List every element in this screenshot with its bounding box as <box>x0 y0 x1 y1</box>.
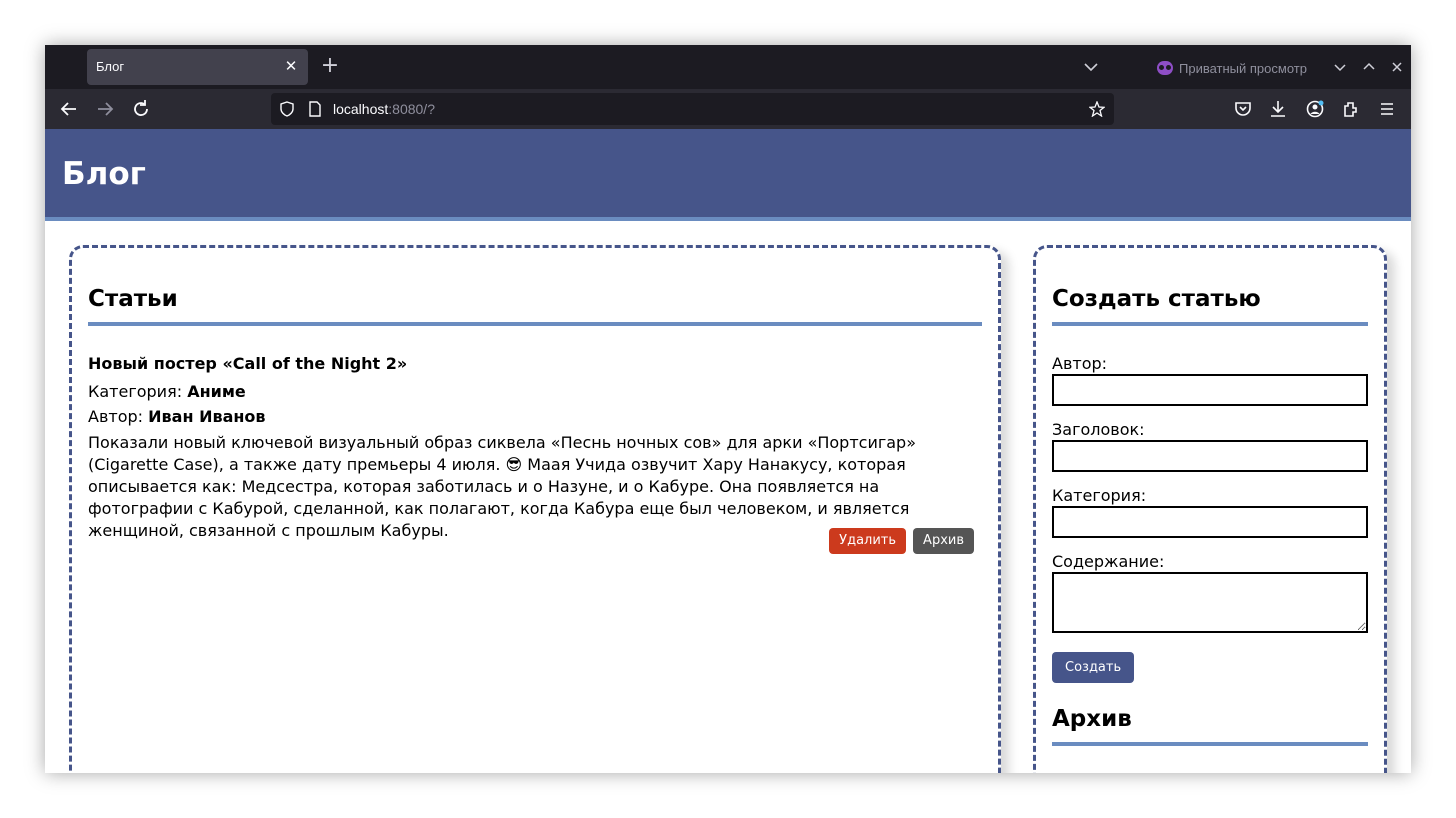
archive-button[interactable]: Архив <box>913 528 974 554</box>
author-input[interactable] <box>1052 374 1368 406</box>
navigation-bar: localhost:8080/? <box>45 89 1411 129</box>
pocket-icon[interactable] <box>1231 97 1255 121</box>
title-input[interactable] <box>1052 440 1368 472</box>
create-button[interactable]: Создать <box>1052 652 1135 683</box>
article-category-label: Категория: <box>88 382 188 401</box>
article-body: Показали новый ключевой визуальный образ… <box>88 433 916 540</box>
extensions-icon[interactable] <box>1339 97 1363 121</box>
create-article-panel: Создать статью Автор: Заголовок: Категор… <box>1033 245 1387 773</box>
content-label: Содержание: <box>1052 552 1165 571</box>
site-title: Блог <box>62 156 146 192</box>
article-title: Новый постер «Call of the Night 2» <box>88 354 408 373</box>
title-label: Заголовок: <box>1052 420 1145 439</box>
private-mask-icon <box>1157 61 1173 75</box>
create-article-form: Автор: Заголовок: Категория: Содержание:… <box>1052 354 1368 683</box>
minimize-icon[interactable] <box>1330 57 1350 77</box>
article-card: Новый постер «Call of the Night 2» Катег… <box>88 354 982 542</box>
category-label: Категория: <box>1052 486 1147 505</box>
tab-bar: Блог ✕ + Приватный просмотр <box>45 45 1411 89</box>
article-category: Категория: Аниме <box>88 382 982 401</box>
close-window-icon[interactable] <box>1387 57 1407 77</box>
article-author-value: Иван Иванов <box>148 407 266 426</box>
reload-icon[interactable] <box>129 97 153 121</box>
archive-heading: Архив <box>1052 706 1368 746</box>
article-category-value: Аниме <box>187 382 246 401</box>
url-host: localhost <box>333 101 389 117</box>
articles-heading: Статьи <box>88 286 982 326</box>
maximize-icon[interactable] <box>1359 57 1379 77</box>
address-bar[interactable]: localhost:8080/? <box>271 93 1114 125</box>
page-content: Блог Статьи Новый постер «Call of the Ni… <box>45 129 1411 773</box>
star-icon[interactable] <box>1089 101 1105 117</box>
content-textarea[interactable] <box>1052 572 1368 633</box>
author-label: Автор: <box>1052 354 1108 373</box>
download-icon[interactable] <box>1266 97 1290 121</box>
tab-title: Блог <box>96 59 125 74</box>
articles-panel: Статьи Новый постер «Call of the Night 2… <box>69 245 1001 773</box>
article-author: Автор: Иван Иванов <box>88 407 982 426</box>
site-header: Блог <box>45 129 1411 221</box>
arrow-right-icon[interactable] <box>93 97 117 121</box>
account-icon[interactable] <box>1303 97 1327 121</box>
category-input[interactable] <box>1052 506 1368 538</box>
browser-window: Блог ✕ + Приватный просмотр localhost:80… <box>45 45 1411 773</box>
private-browsing-indicator: Приватный просмотр <box>1157 58 1307 78</box>
chevron-down-icon[interactable] <box>1081 57 1101 77</box>
arrow-left-icon[interactable] <box>57 97 81 121</box>
url-path: :8080/? <box>388 101 435 117</box>
menu-icon[interactable] <box>1375 97 1399 121</box>
shield-icon[interactable] <box>279 101 295 117</box>
browser-tab[interactable]: Блог ✕ <box>87 49 308 85</box>
article-actions: Удалить Архив <box>829 528 974 554</box>
page-icon[interactable] <box>307 101 323 117</box>
url-text[interactable]: localhost:8080/? <box>333 101 435 117</box>
article-author-label: Автор: <box>88 407 149 426</box>
delete-button[interactable]: Удалить <box>829 528 907 554</box>
private-label: Приватный просмотр <box>1179 60 1307 76</box>
new-tab-button[interactable]: + <box>319 55 341 78</box>
close-tab-icon[interactable]: ✕ <box>282 57 300 75</box>
create-article-heading: Создать статью <box>1052 286 1368 326</box>
